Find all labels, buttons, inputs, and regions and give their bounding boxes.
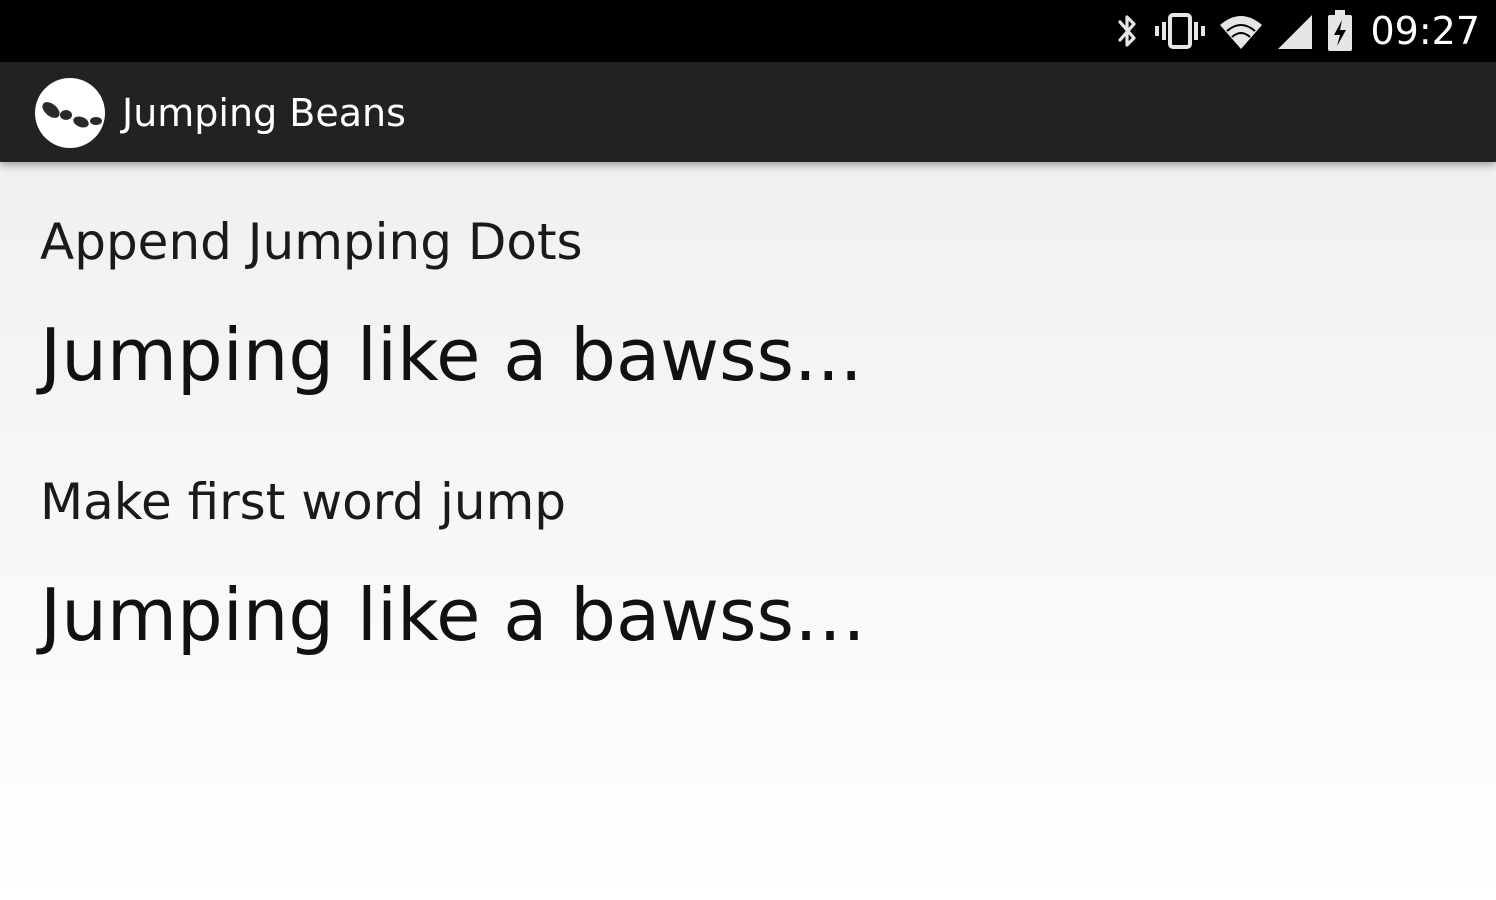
app-logo-icon[interactable] — [34, 77, 106, 149]
app-screen: 09:27 Jumping Beans Append Jumping Dots … — [0, 0, 1496, 900]
vibrate-icon — [1154, 11, 1206, 51]
bluetooth-icon — [1112, 11, 1142, 51]
section-label-append-dots: Append Jumping Dots — [40, 213, 583, 271]
status-icons: 09:27 — [1112, 0, 1480, 62]
action-bar: Jumping Beans — [0, 62, 1496, 162]
status-bar: 09:27 — [0, 0, 1496, 62]
sample-text-append-dots: Jumping like a bawss... — [40, 313, 863, 397]
app-title: Jumping Beans — [122, 91, 406, 135]
wifi-icon — [1218, 11, 1264, 51]
sample-text-first-word-jump: Jumping like a bawss… — [40, 573, 866, 657]
signal-icon — [1276, 11, 1314, 51]
battery-charging-icon — [1326, 9, 1354, 53]
section-label-first-word-jump: Make first word jump — [40, 473, 567, 531]
status-time: 09:27 — [1370, 9, 1480, 53]
